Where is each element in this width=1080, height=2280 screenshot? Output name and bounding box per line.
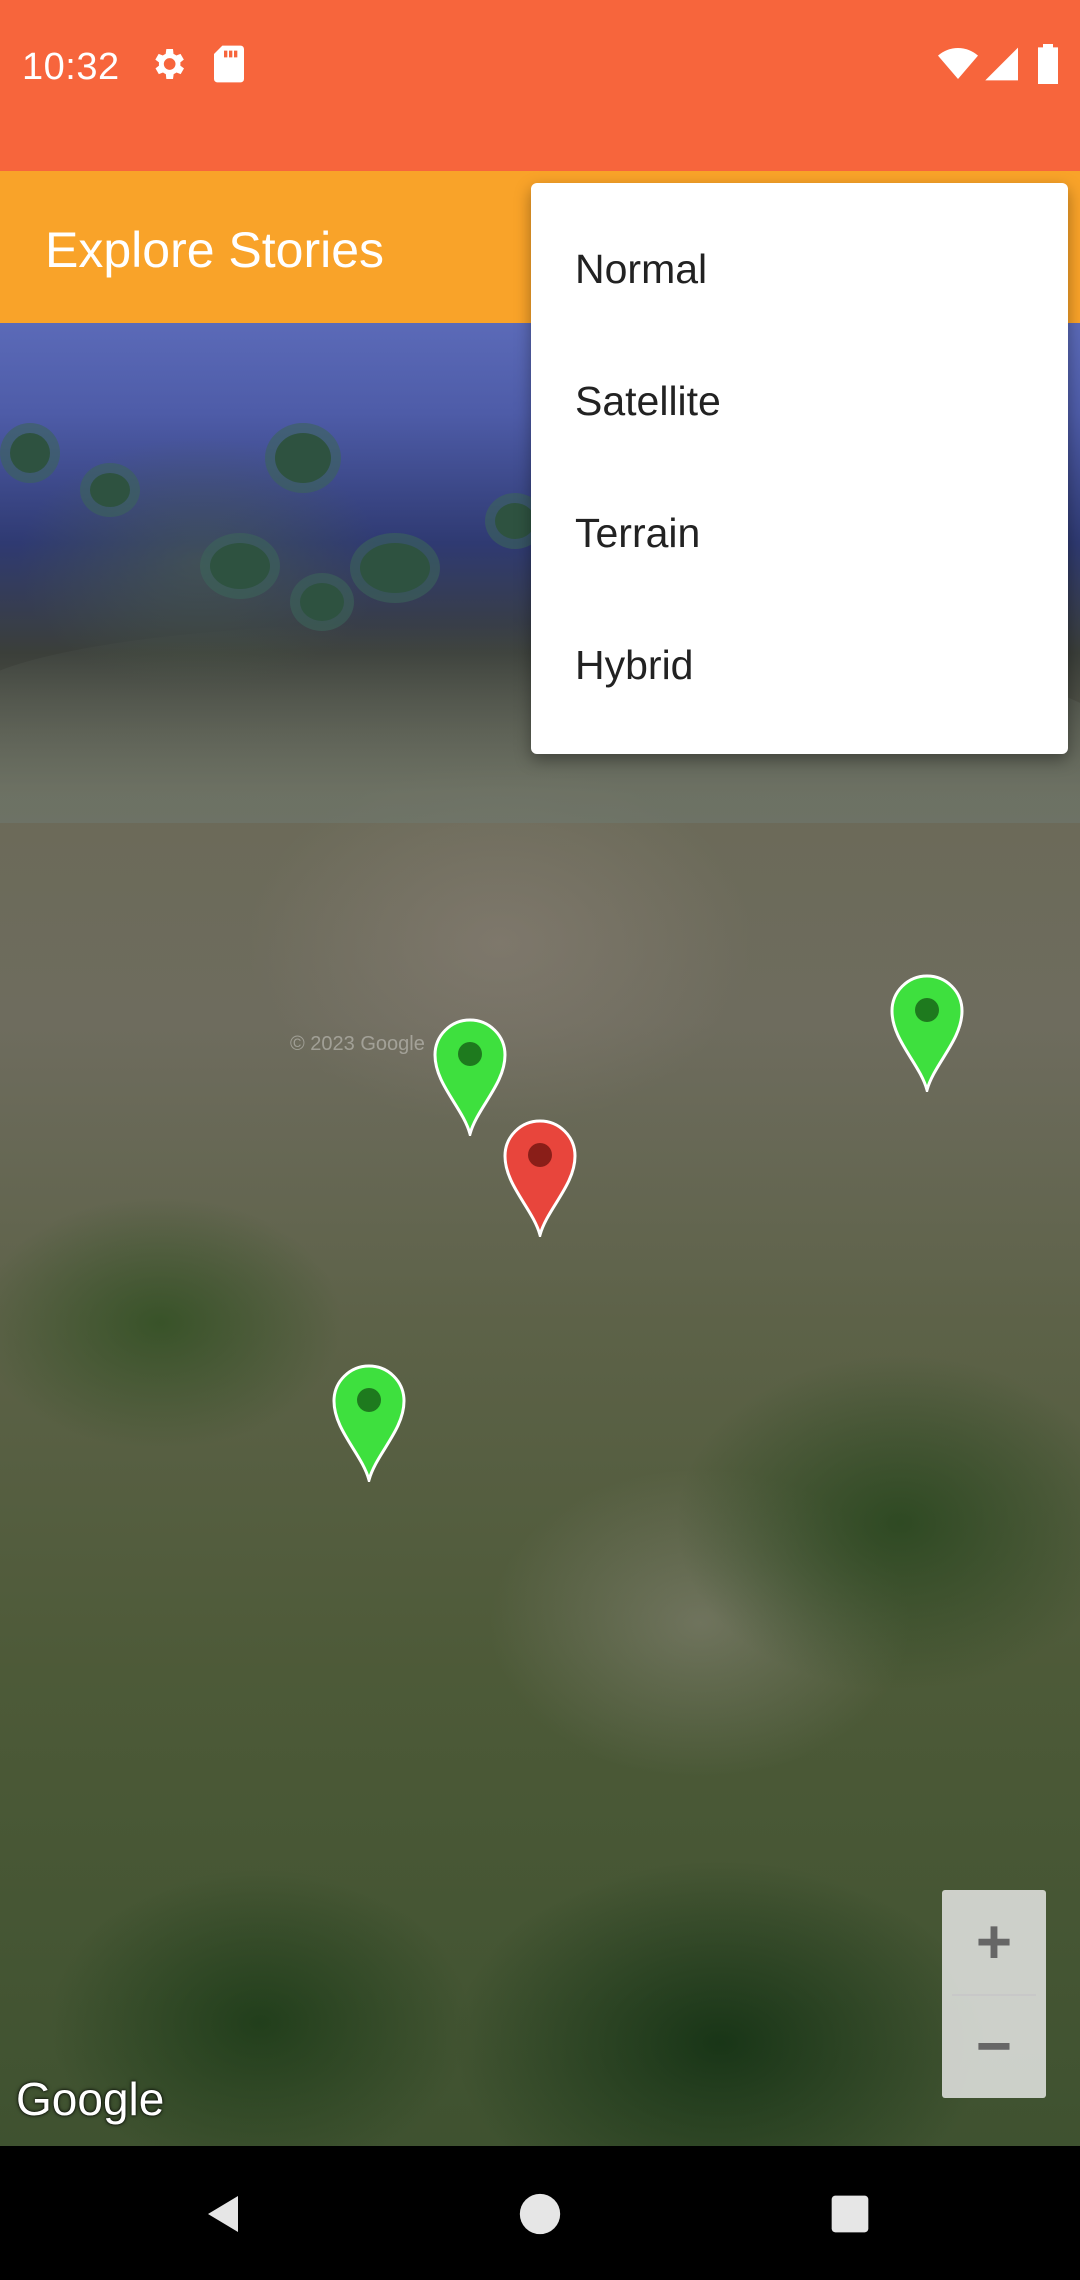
zoom-in-button[interactable]: + <box>942 1890 1046 1994</box>
story-marker-selected[interactable] <box>503 1119 577 1241</box>
sd-card-icon <box>212 44 246 89</box>
map-island <box>90 473 130 507</box>
story-marker-2[interactable] <box>890 974 964 1096</box>
menu-item-satellite[interactable]: Satellite <box>531 335 1068 467</box>
menu-item-hybrid[interactable]: Hybrid <box>531 599 1068 731</box>
story-marker-1[interactable] <box>433 1018 507 1140</box>
map-island <box>210 543 270 589</box>
cell-signal-icon <box>982 44 1018 89</box>
page-title: Explore Stories <box>45 222 385 278</box>
map-island <box>10 433 50 473</box>
home-icon[interactable] <box>518 2192 562 2241</box>
menu-item-normal[interactable]: Normal <box>531 203 1068 335</box>
zoom-controls: + − <box>942 1890 1046 2098</box>
battery-icon <box>1036 44 1060 89</box>
story-marker-3[interactable] <box>332 1364 406 1486</box>
back-icon[interactable] <box>200 2190 248 2243</box>
map-island <box>495 503 535 539</box>
map-copyright: © 2023 Google <box>290 1033 425 1055</box>
wifi-icon <box>938 44 978 89</box>
recents-icon[interactable] <box>828 2192 872 2241</box>
status-time: 10:32 <box>22 46 120 88</box>
map-island <box>300 583 344 621</box>
menu-item-terrain[interactable]: Terrain <box>531 467 1068 599</box>
zoom-out-button[interactable]: − <box>942 1994 1046 2098</box>
settings-icon <box>148 44 188 89</box>
google-logo: Google <box>16 2073 165 2125</box>
map-island <box>360 543 430 593</box>
status-bar: 10:32 <box>0 0 1080 171</box>
navigation-bar <box>0 2146 1080 2280</box>
map-type-menu: Normal Satellite Terrain Hybrid <box>531 183 1068 754</box>
map-island <box>275 433 331 483</box>
